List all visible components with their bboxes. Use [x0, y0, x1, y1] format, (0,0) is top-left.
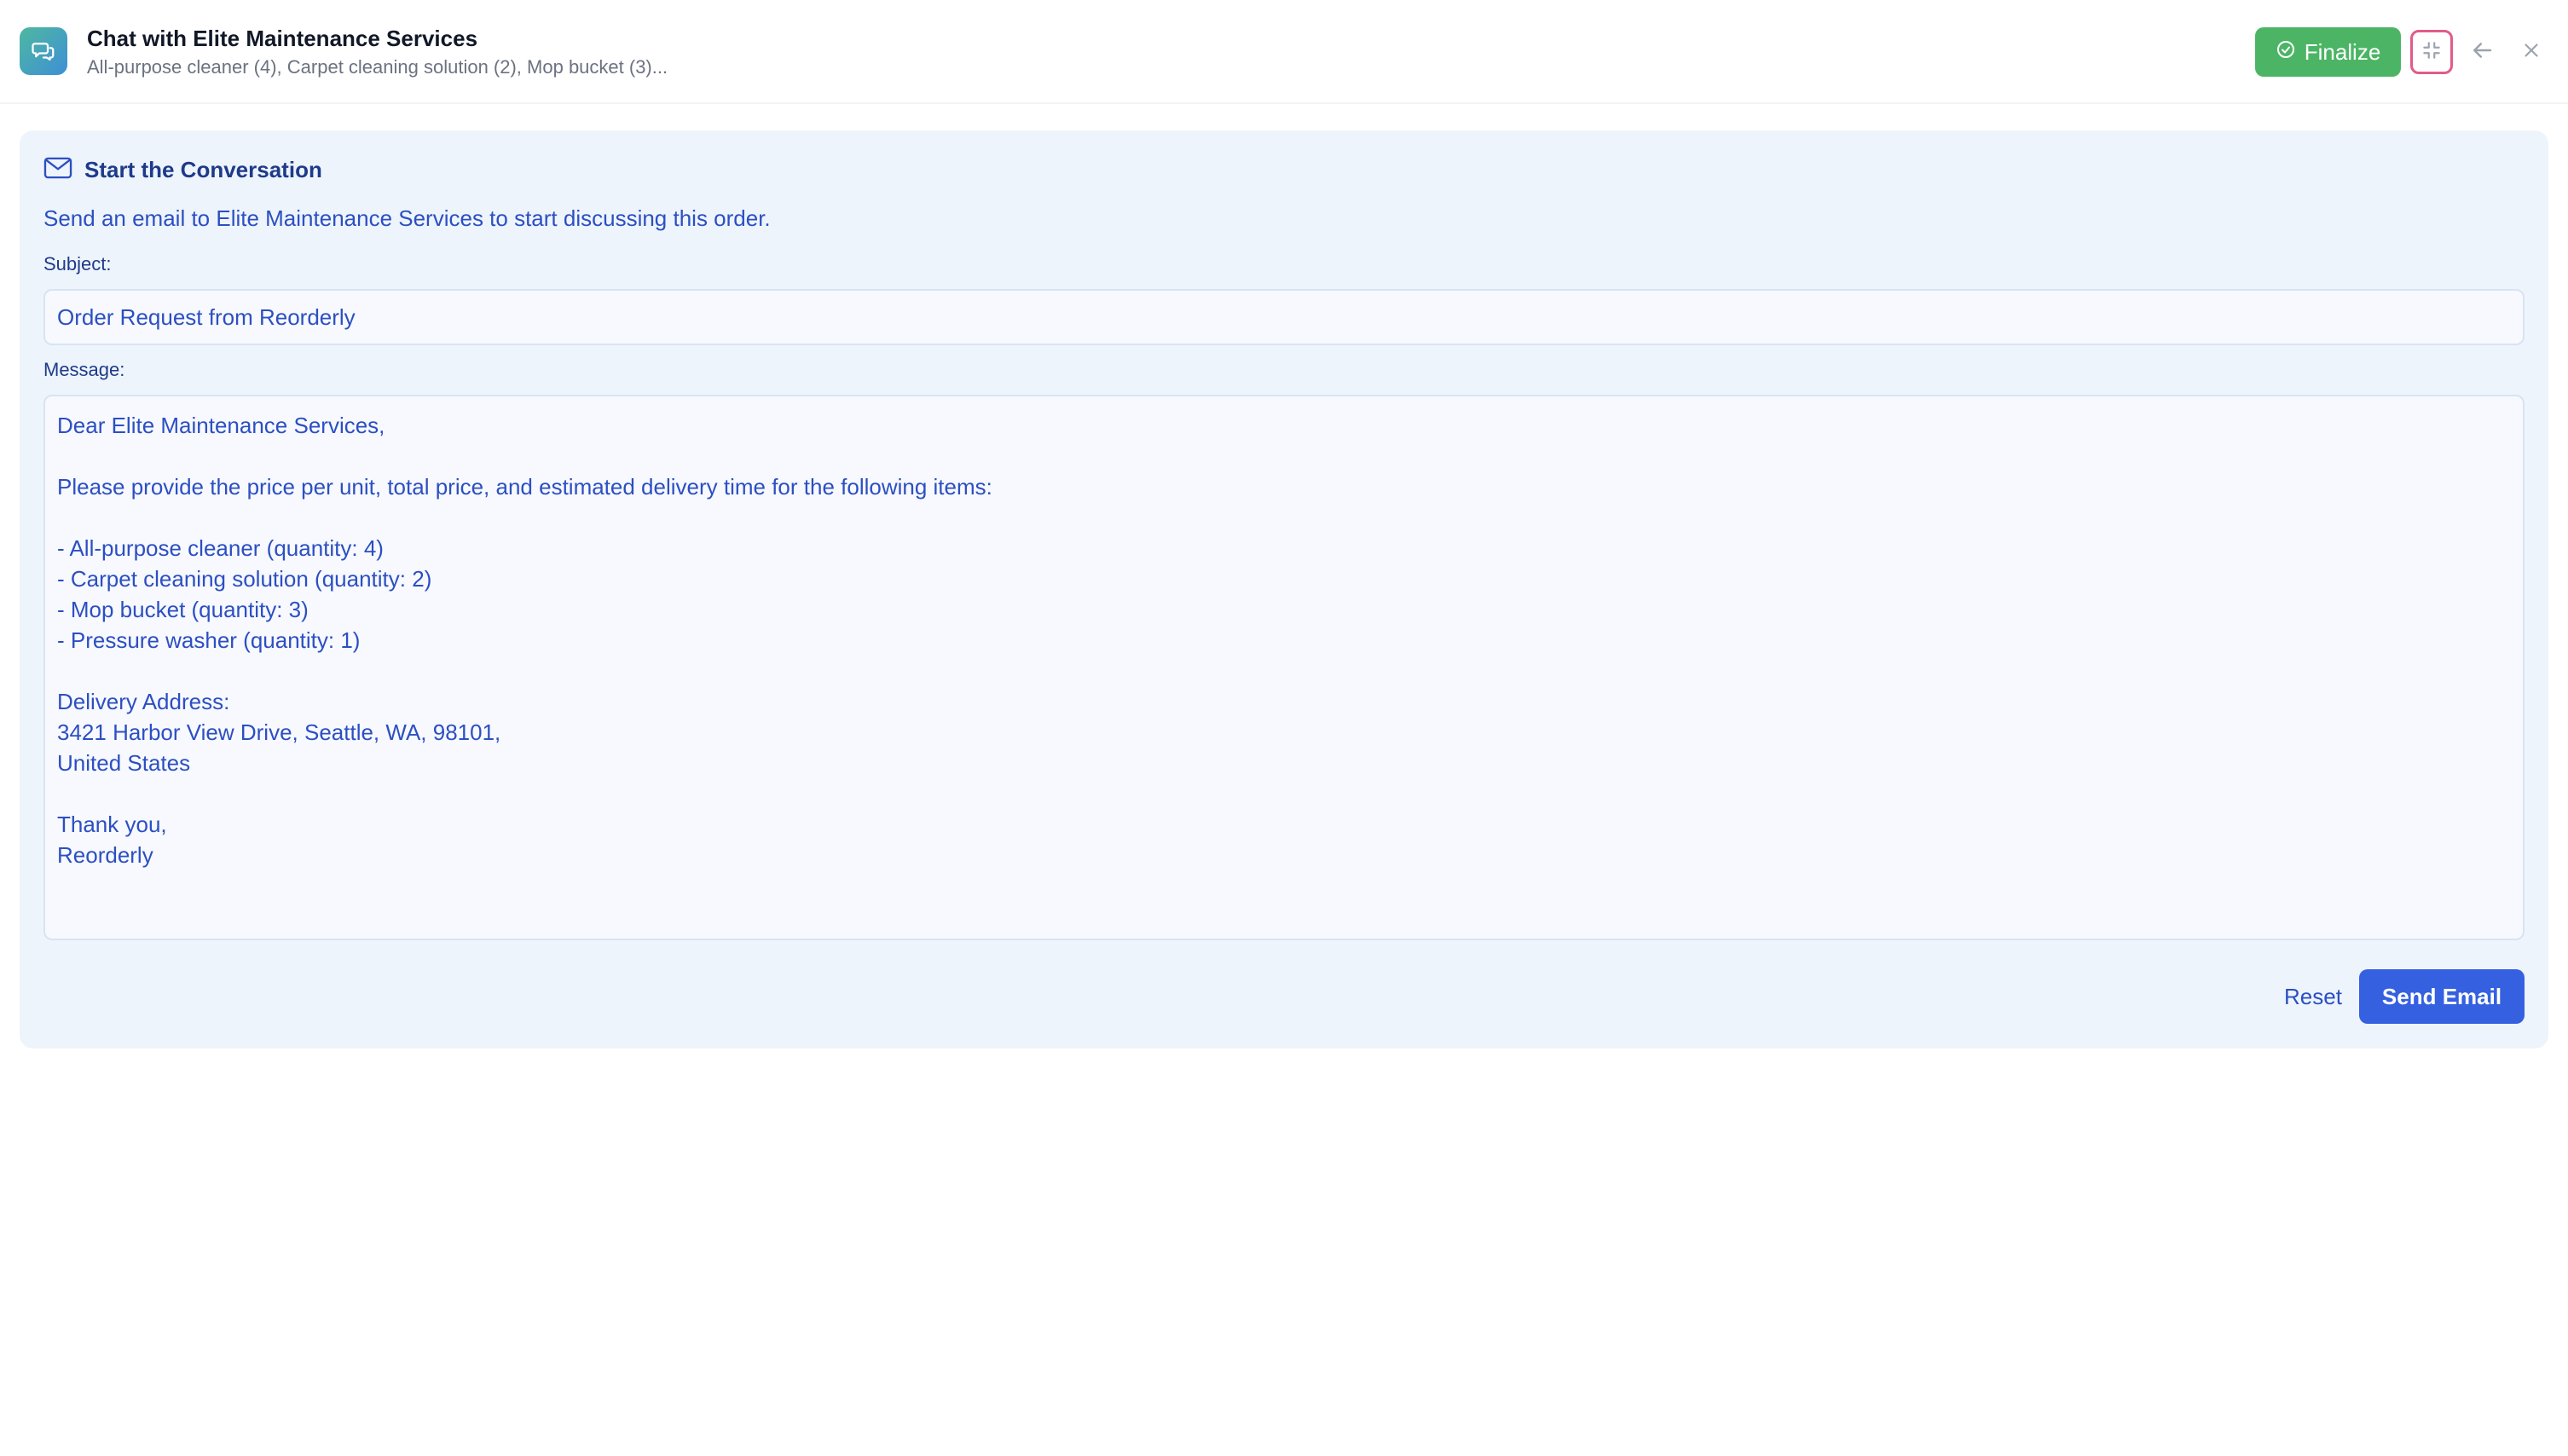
email-compose-card: Start the Conversation Send an email to … [20, 130, 2548, 1049]
send-email-button[interactable]: Send Email [2359, 969, 2525, 1024]
close-icon [2520, 39, 2542, 66]
check-circle-icon [2276, 39, 2296, 66]
collapse-icon [2421, 39, 2443, 66]
finalize-button[interactable]: Finalize [2255, 27, 2401, 77]
intro-text: Send an email to Elite Maintenance Servi… [43, 205, 771, 231]
subject-label: Subject: [43, 253, 112, 274]
panel-title: Chat with Elite Maintenance Services [87, 26, 478, 51]
message-label: Message: [43, 359, 125, 380]
collapse-button[interactable] [2410, 30, 2453, 74]
card-title: Start the Conversation [84, 157, 322, 182]
arrow-left-icon [2469, 38, 2495, 67]
message-textarea[interactable]: Dear Elite Maintenance Services, Please … [43, 395, 2525, 940]
panel-subtitle: All-purpose cleaner (4), Carpet cleaning… [87, 56, 668, 78]
reset-button[interactable]: Reset [2262, 969, 2364, 1024]
finalize-label: Finalize [2304, 38, 2381, 65]
back-button[interactable] [2466, 36, 2498, 68]
card-heading: Start the Conversation [43, 156, 322, 184]
chat-panel: Chat with Elite Maintenance Services All… [0, 0, 2568, 1456]
chat-bubbles-icon [20, 27, 67, 75]
panel-header: Chat with Elite Maintenance Services All… [0, 0, 2568, 104]
close-button[interactable] [2515, 36, 2548, 68]
subject-input[interactable] [43, 289, 2525, 345]
mail-icon [43, 156, 72, 184]
